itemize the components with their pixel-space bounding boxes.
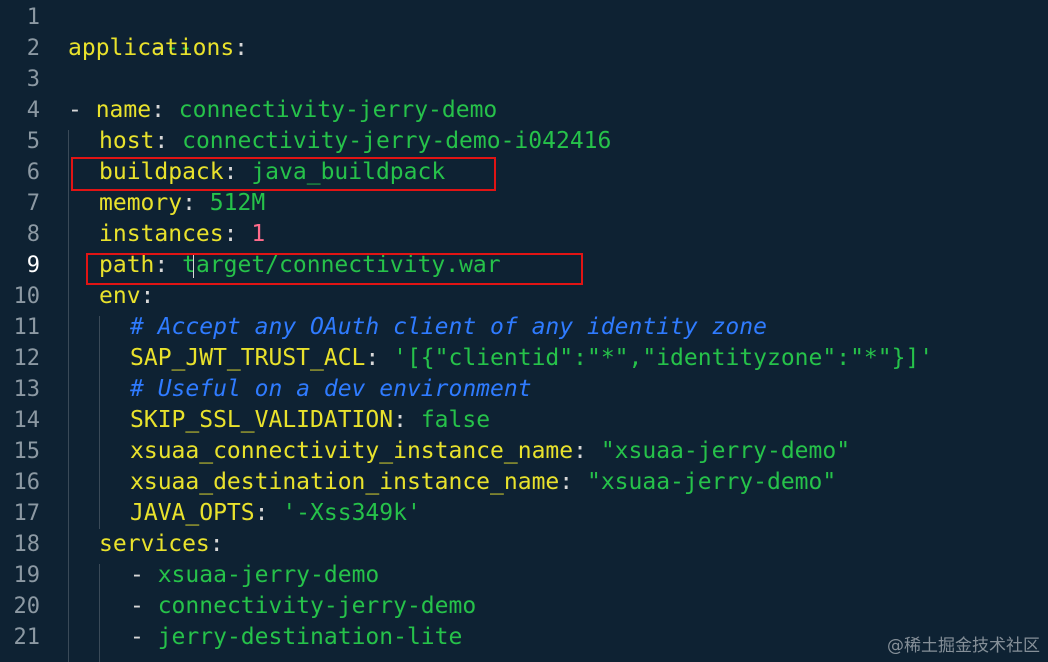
yaml-comment: # Useful on a dev environment bbox=[130, 376, 532, 402]
code-line-2: applications: bbox=[68, 33, 248, 64]
yaml-key: SAP_JWT_TRUST_ACL bbox=[130, 345, 366, 371]
line-number: 4 bbox=[26, 98, 40, 123]
code-line-10: env: bbox=[99, 281, 154, 312]
yaml-list-dash: - bbox=[68, 97, 96, 123]
line-number: 17 bbox=[13, 501, 41, 526]
yaml-value: '[{"clientid":"*","identityzone":"*"}]' bbox=[393, 345, 934, 371]
code-editor[interactable]: 1 2 3 4 5 6 7 8 9 10 11 12 13 14 15 16 1… bbox=[0, 0, 1048, 662]
yaml-list-dash: - bbox=[130, 624, 158, 650]
yaml-key: services bbox=[99, 531, 210, 557]
line-number: 6 bbox=[26, 160, 40, 185]
yaml-colon: : bbox=[573, 438, 601, 464]
yaml-value: 512M bbox=[209, 190, 266, 216]
highlight-box-path bbox=[86, 253, 583, 285]
yaml-colon: : bbox=[254, 500, 283, 526]
yaml-value: xsuaa-jerry-demo bbox=[157, 562, 380, 588]
yaml-number-value: 1 bbox=[251, 221, 266, 247]
code-line-20: - connectivity-jerry-demo bbox=[130, 591, 476, 622]
code-line-16: xsuaa_destination_instance_name: "xsuaa-… bbox=[130, 467, 836, 498]
line-number: 13 bbox=[13, 377, 41, 402]
line-number: 18 bbox=[13, 532, 41, 557]
yaml-colon: : bbox=[365, 345, 394, 371]
yaml-key: env bbox=[99, 283, 141, 309]
line-number-gutter: 1 2 3 4 5 6 7 8 9 10 11 12 13 14 15 16 1… bbox=[0, 0, 54, 662]
yaml-colon: : bbox=[182, 190, 210, 216]
yaml-key: name bbox=[95, 97, 152, 123]
yaml-comment: # Accept any OAuth client of any identit… bbox=[130, 314, 767, 340]
yaml-colon: : bbox=[154, 128, 183, 154]
yaml-colon: : bbox=[140, 283, 155, 309]
line-number: 19 bbox=[13, 563, 41, 588]
yaml-value: "xsuaa-jerry-demo" bbox=[586, 469, 837, 495]
code-line-18: services: bbox=[99, 529, 224, 560]
yaml-key: xsuaa_destination_instance_name bbox=[130, 469, 560, 495]
code-line-12: SAP_JWT_TRUST_ACL: '[{"clientid":"*","id… bbox=[130, 343, 933, 374]
yaml-value: jerry-destination-lite bbox=[157, 624, 463, 650]
code-area[interactable]: --- applications: - name: connectivity-j… bbox=[68, 0, 1048, 662]
code-line-17: JAVA_OPTS: '-Xss349k' bbox=[130, 498, 421, 529]
yaml-colon: : bbox=[393, 407, 421, 433]
line-number: 20 bbox=[13, 594, 41, 619]
yaml-value: "xsuaa-jerry-demo" bbox=[600, 438, 851, 464]
line-number: 1 bbox=[26, 5, 40, 30]
highlight-box-buildpack bbox=[71, 157, 496, 191]
code-line-14: SKIP_SSL_VALIDATION: false bbox=[130, 405, 490, 436]
code-line-11: # Accept any OAuth client of any identit… bbox=[130, 312, 767, 343]
yaml-key: memory bbox=[99, 190, 183, 216]
yaml-value: connectivity-jerry-demo-i042416 bbox=[182, 128, 612, 154]
code-line-4: - name: connectivity-jerry-demo bbox=[68, 95, 497, 126]
code-line-5: host: connectivity-jerry-demo-i042416 bbox=[99, 126, 611, 157]
yaml-value: connectivity-jerry-demo bbox=[157, 593, 477, 619]
code-line-13: # Useful on a dev environment bbox=[130, 374, 532, 405]
yaml-key: JAVA_OPTS bbox=[130, 500, 255, 526]
yaml-colon: : bbox=[151, 97, 179, 123]
yaml-value: '-Xss349k' bbox=[282, 500, 421, 526]
line-number: 2 bbox=[26, 36, 40, 61]
code-line-19: - xsuaa-jerry-demo bbox=[130, 560, 379, 591]
line-number: 16 bbox=[13, 470, 41, 495]
code-line-7: memory: 512M bbox=[99, 188, 265, 219]
yaml-key: xsuaa_connectivity_instance_name bbox=[130, 438, 574, 464]
yaml-value: connectivity-jerry-demo bbox=[178, 97, 498, 123]
line-number: 10 bbox=[13, 284, 41, 309]
watermark: @稀土掘金技术社区 bbox=[887, 636, 1040, 656]
line-number: 7 bbox=[26, 191, 40, 216]
yaml-boolean-value: false bbox=[420, 407, 491, 433]
yaml-key: instances bbox=[99, 221, 224, 247]
yaml-key: SKIP_SSL_VALIDATION bbox=[130, 407, 394, 433]
code-line-8: instances: 1 bbox=[99, 219, 265, 250]
yaml-colon: : bbox=[209, 531, 224, 557]
yaml-colon: : bbox=[559, 469, 587, 495]
line-number: 14 bbox=[13, 408, 41, 433]
yaml-colon: : bbox=[234, 35, 249, 61]
line-number-active: 9 bbox=[26, 253, 40, 278]
code-line-21: - jerry-destination-lite bbox=[130, 622, 462, 653]
line-number: 8 bbox=[26, 222, 40, 247]
line-number: 5 bbox=[26, 129, 40, 154]
line-number: 15 bbox=[13, 439, 41, 464]
line-number: 11 bbox=[13, 315, 41, 340]
line-number: 12 bbox=[13, 346, 41, 371]
yaml-key: applications bbox=[68, 35, 235, 61]
yaml-key: host bbox=[99, 128, 155, 154]
yaml-list-dash: - bbox=[130, 593, 158, 619]
code-line-15: xsuaa_connectivity_instance_name: "xsuaa… bbox=[130, 436, 850, 467]
line-number: 3 bbox=[26, 67, 40, 92]
line-number: 21 bbox=[13, 625, 41, 650]
yaml-list-dash: - bbox=[130, 562, 158, 588]
code-line-1: --- bbox=[68, 2, 193, 61]
yaml-colon: : bbox=[223, 221, 252, 247]
